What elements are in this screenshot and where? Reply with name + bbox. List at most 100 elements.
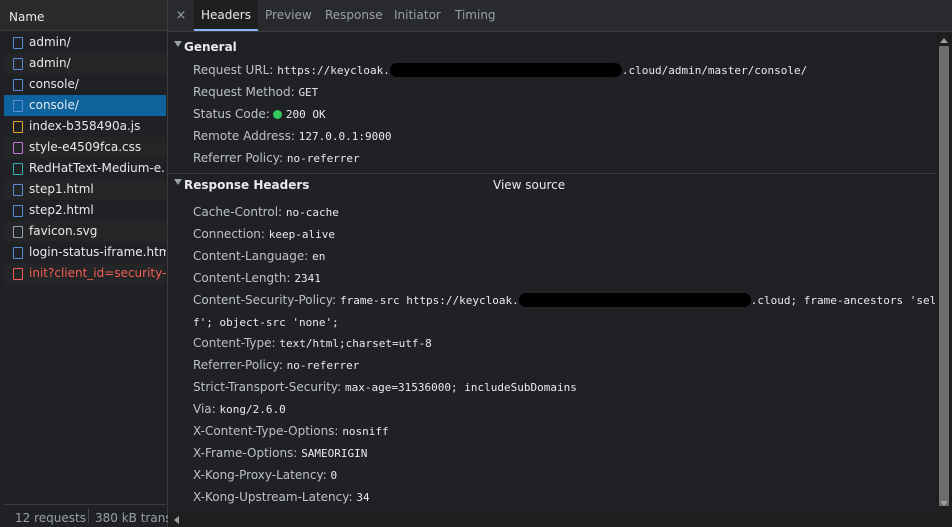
header-key: Cache-Control:	[193, 205, 283, 219]
header-key: Status Code:	[193, 107, 270, 121]
request-row[interactable]: login-status-iframe.html	[4, 242, 166, 263]
header-value: nosniff	[342, 425, 389, 438]
response-header-row: Referrer-Policy: no-referrer	[193, 358, 359, 372]
details-tab-bar: × Headers Preview Response Initiator Tim…	[168, 0, 952, 32]
vertical-scrollbar[interactable]	[936, 32, 952, 512]
general-section-header[interactable]: General	[168, 36, 935, 57]
close-icon[interactable]: ×	[172, 0, 190, 31]
document-icon	[13, 100, 23, 112]
header-key: Content-Length:	[193, 271, 291, 285]
header-value: 34	[356, 491, 370, 504]
triangle-down-icon	[174, 41, 182, 47]
request-name: console/	[29, 77, 79, 91]
header-key: X-Kong-Upstream-Latency:	[193, 490, 353, 504]
header-value: f'; object-src 'none';	[193, 316, 339, 329]
redacted-block	[518, 293, 751, 307]
header-key: Referrer Policy:	[193, 151, 283, 165]
document-icon	[13, 37, 23, 49]
scroll-up-icon[interactable]	[940, 38, 948, 43]
header-value: 2341	[294, 272, 321, 285]
tab-response[interactable]: Response	[318, 0, 390, 31]
scroll-down-icon[interactable]	[940, 501, 948, 506]
request-list: admin/ admin/ console/ console/ index-b3…	[4, 32, 166, 284]
header-value: no-referrer	[286, 359, 360, 372]
request-row[interactable]: favicon.svg	[4, 221, 166, 242]
header-value: SAMEORIGIN	[301, 447, 368, 460]
request-name: RedHatText-Medium-e...	[29, 161, 166, 175]
tab-headers[interactable]: Headers	[194, 0, 258, 31]
document-icon	[13, 79, 23, 91]
request-row[interactable]: admin/	[4, 53, 166, 74]
request-count: 12 requests	[15, 511, 86, 525]
header-value: text/html;charset=utf-8	[279, 337, 432, 350]
headers-content: General Request URL: https://keycloak. .c…	[168, 32, 935, 512]
request-row[interactable]: style-e4509fca.css	[4, 137, 166, 158]
font-icon	[13, 163, 23, 175]
header-key: X-Kong-Proxy-Latency:	[193, 468, 327, 482]
section-title: Response Headers	[184, 178, 310, 192]
header-key: X-Content-Type-Options:	[193, 424, 339, 438]
header-key: Content-Type:	[193, 336, 276, 350]
tab-preview[interactable]: Preview	[258, 0, 319, 31]
header-value: 0	[330, 469, 338, 482]
request-name: step1.html	[29, 182, 94, 196]
section-title: General	[184, 40, 237, 54]
response-header-row: Content-Security-Policy: frame-src https…	[193, 293, 935, 307]
header-key: Via:	[193, 402, 216, 416]
request-row-failed[interactable]: init?client_id=security-...	[4, 263, 166, 284]
header-value: no-cache	[285, 206, 339, 219]
header-value: GET	[298, 86, 319, 99]
view-source-link[interactable]: View source	[493, 178, 565, 192]
name-column-header[interactable]: Name	[0, 0, 167, 31]
request-list-panel: Name admin/ admin/ console/ console/ ind…	[0, 0, 176, 527]
header-key: Connection:	[193, 227, 265, 241]
response-header-row: Connection: keep-alive	[193, 227, 335, 241]
header-key: Content-Security-Policy:	[193, 293, 337, 307]
request-method-row: Request Method: GET	[193, 85, 318, 99]
header-key: Content-Language:	[193, 249, 309, 263]
request-name: step2.html	[29, 203, 94, 217]
script-icon	[13, 121, 23, 133]
image-icon	[13, 226, 23, 238]
request-name: favicon.svg	[29, 224, 98, 238]
header-key: Referrer-Policy:	[193, 358, 283, 372]
header-key: X-Frame-Options:	[193, 446, 298, 460]
request-row[interactable]: admin/	[4, 32, 166, 53]
header-key: Remote Address:	[193, 129, 295, 143]
request-name: style-e4509fca.css	[29, 140, 142, 154]
document-icon	[13, 184, 23, 196]
request-name: init?client_id=security-...	[29, 266, 166, 280]
scroll-left-icon[interactable]	[174, 516, 179, 524]
status-code-row: Status Code: 200 OK	[193, 107, 326, 121]
response-header-row: Content-Length: 2341	[193, 271, 321, 285]
document-icon	[13, 58, 23, 70]
response-headers-section-header[interactable]: Response Headers View source	[168, 173, 935, 195]
request-row[interactable]: index-b358490a.js	[4, 116, 166, 137]
horizontal-scrollbar[interactable]	[168, 512, 952, 527]
request-row[interactable]: console/	[4, 74, 166, 95]
request-name: admin/	[29, 56, 71, 70]
request-row-selected[interactable]: console/	[4, 95, 166, 116]
request-row[interactable]: step2.html	[4, 200, 166, 221]
request-details-panel: × Headers Preview Response Initiator Tim…	[168, 0, 952, 527]
header-value: no-referrer	[286, 152, 360, 165]
remote-address-row: Remote Address: 127.0.0.1:9000	[193, 129, 392, 143]
header-value: .cloud; frame-ancestors 'sel	[750, 294, 935, 307]
request-name: index-b358490a.js	[29, 119, 141, 133]
header-value: kong/2.6.0	[219, 403, 286, 416]
header-value: https://keycloak.	[277, 64, 390, 77]
header-value: en	[312, 250, 326, 263]
request-row[interactable]: RedHatText-Medium-e...	[4, 158, 166, 179]
header-value: 127.0.0.1:9000	[298, 130, 392, 143]
stylesheet-icon	[13, 142, 23, 154]
response-header-row: Content-Type: text/html;charset=utf-8	[193, 336, 432, 350]
request-row[interactable]: step1.html	[4, 179, 166, 200]
tab-initiator[interactable]: Initiator	[387, 0, 448, 31]
document-icon	[13, 247, 23, 259]
error-document-icon	[13, 268, 23, 280]
response-header-row: X-Content-Type-Options: nosniff	[193, 424, 389, 438]
scrollbar-thumb[interactable]	[939, 46, 949, 506]
request-name: login-status-iframe.html	[29, 245, 166, 259]
header-key: Request URL:	[193, 63, 274, 77]
tab-timing[interactable]: Timing	[448, 0, 503, 31]
